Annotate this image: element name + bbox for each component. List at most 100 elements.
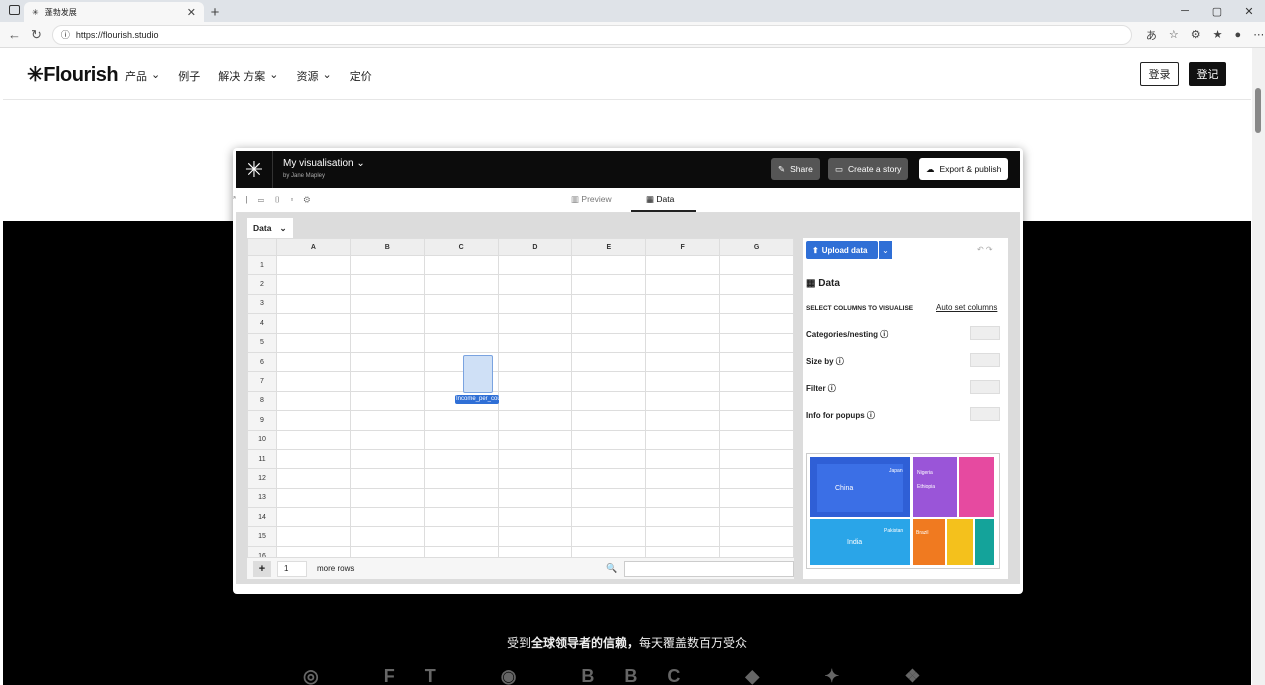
table-cell[interactable] [645, 371, 721, 392]
table-cell[interactable] [275, 254, 351, 276]
table-cell[interactable] [497, 254, 573, 276]
row-number[interactable]: 11 [247, 448, 277, 470]
table-cell[interactable] [349, 468, 425, 489]
signup-button[interactable]: 登记 [1189, 62, 1226, 86]
upload-options-dropdown[interactable]: ⌄ [878, 241, 892, 259]
table-cell[interactable] [497, 332, 573, 353]
table-cell[interactable] [497, 410, 573, 431]
row-number[interactable]: 4 [247, 313, 277, 334]
row-number[interactable]: 3 [247, 293, 277, 315]
table-cell[interactable] [497, 351, 573, 373]
table-cell[interactable] [719, 293, 794, 315]
table-cell[interactable] [571, 371, 647, 392]
table-cell[interactable] [645, 332, 721, 353]
table-cell[interactable] [719, 487, 794, 509]
table-cell[interactable] [719, 429, 794, 450]
table-cell[interactable] [349, 332, 425, 353]
table-cell[interactable] [571, 274, 647, 295]
create-story-button[interactable]: ▭ Create a story [828, 158, 909, 180]
table-cell[interactable] [349, 507, 425, 528]
column-header[interactable]: B [349, 238, 425, 256]
table-cell[interactable] [349, 313, 425, 334]
column-header[interactable]: A [275, 238, 351, 256]
table-cell[interactable] [645, 274, 721, 295]
table-cell[interactable] [497, 274, 573, 295]
table-cell[interactable] [275, 410, 351, 431]
field-input-categories[interactable] [970, 326, 1000, 340]
table-cell[interactable] [497, 545, 573, 557]
nav-item-solutions[interactable]: 解决 方案 ⌄ [218, 68, 278, 84]
visualisation-title[interactable]: My visualisation ⌄ [283, 158, 365, 169]
table-cell[interactable] [571, 390, 647, 412]
star-icon[interactable]: ☆ [1169, 28, 1179, 41]
table-cell[interactable] [645, 507, 721, 528]
table-cell[interactable] [349, 526, 425, 547]
table-cell[interactable] [571, 254, 647, 276]
app-logo-icon[interactable]: ✳ [236, 151, 273, 188]
table-cell[interactable] [497, 448, 573, 470]
table-cell[interactable] [719, 545, 794, 557]
more-icon[interactable]: ⋯ [1253, 28, 1264, 41]
table-cell[interactable] [571, 468, 647, 489]
share-button[interactable]: ✎ Share [771, 158, 820, 180]
table-cell[interactable] [423, 313, 499, 334]
table-cell[interactable] [719, 332, 794, 353]
login-button[interactable]: 登录 [1140, 62, 1179, 86]
table-cell[interactable] [275, 545, 351, 557]
refresh-icon[interactable]: ↻ [31, 27, 42, 43]
nav-item-resources[interactable]: 资源 ⌄ [297, 68, 332, 84]
row-number[interactable]: 8 [247, 390, 277, 412]
table-cell[interactable] [645, 487, 721, 509]
table-cell[interactable] [349, 429, 425, 450]
extensions-icon[interactable]: ⚙ [1191, 28, 1201, 41]
field-input-filter[interactable] [970, 380, 1000, 394]
table-cell[interactable] [497, 371, 573, 392]
field-input-popups[interactable] [970, 407, 1000, 421]
row-number[interactable]: 5 [247, 332, 277, 353]
table-cell[interactable] [645, 468, 721, 489]
scrollbar-thumb[interactable] [1255, 88, 1261, 133]
row-number[interactable]: 12 [247, 468, 277, 489]
table-cell[interactable] [275, 507, 351, 528]
nav-item-pricing[interactable]: 定价 [350, 68, 372, 84]
table-cell[interactable] [349, 448, 425, 470]
table-cell[interactable] [571, 448, 647, 470]
field-input-size[interactable] [970, 353, 1000, 367]
table-cell[interactable] [719, 390, 794, 412]
table-cell[interactable] [645, 293, 721, 315]
table-cell[interactable] [571, 526, 647, 547]
table-cell[interactable] [719, 274, 794, 295]
table-cell[interactable] [349, 351, 425, 373]
table-cell[interactable] [497, 468, 573, 489]
table-cell[interactable] [645, 545, 721, 557]
row-number[interactable]: 10 [247, 429, 277, 450]
table-cell[interactable] [719, 313, 794, 334]
row-number[interactable]: 15 [247, 526, 277, 547]
table-cell[interactable] [497, 487, 573, 509]
minimize-icon[interactable]: ─ [1169, 0, 1201, 22]
row-number[interactable]: 9 [247, 410, 277, 431]
table-cell[interactable] [719, 448, 794, 470]
table-cell[interactable] [719, 526, 794, 547]
table-cell[interactable] [645, 526, 721, 547]
url-field[interactable]: ⓘ https://flourish.studio [51, 24, 1132, 45]
favorites-icon[interactable]: ★ [1213, 28, 1223, 41]
table-cell[interactable] [645, 313, 721, 334]
row-number[interactable]: 7 [247, 371, 277, 392]
table-cell[interactable] [275, 371, 351, 392]
table-cell[interactable] [275, 293, 351, 315]
row-number[interactable]: 14 [247, 507, 277, 528]
sheet-tab[interactable]: Data ⌄ [247, 218, 293, 238]
table-cell[interactable] [571, 545, 647, 557]
close-tab-icon[interactable]: ✕ [187, 6, 196, 19]
new-tab-button[interactable]: + [204, 2, 226, 22]
table-cell[interactable] [275, 526, 351, 547]
table-cell[interactable] [645, 448, 721, 470]
column-header[interactable]: E [571, 238, 647, 256]
table-cell[interactable] [497, 526, 573, 547]
row-number[interactable]: 13 [247, 487, 277, 509]
row-number[interactable]: 2 [247, 274, 277, 295]
table-cell[interactable] [423, 487, 499, 509]
tab-data[interactable]: ▦ Data [646, 194, 674, 205]
table-cell[interactable] [349, 274, 425, 295]
